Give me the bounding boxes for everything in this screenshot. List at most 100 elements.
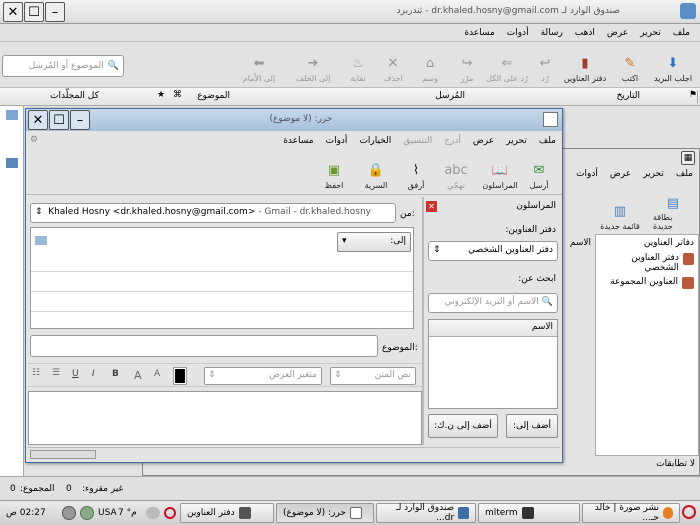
font-select[interactable]: متغير العرض ⇕ <box>204 367 322 385</box>
menu-edit[interactable]: تحرير <box>640 28 661 38</box>
taskbar-tab-addressbook[interactable]: دفتر العناوين <box>180 503 274 523</box>
subject-input[interactable] <box>30 335 378 357</box>
ab-directory-pane: دفاتر العناوين دفتر العناوين الشخصي العن… <box>595 234 699 456</box>
ab-app-icon[interactable]: ▦ <box>681 151 695 165</box>
ab-menu-tools[interactable]: أدوات <box>576 169 598 179</box>
back-button[interactable]: ➜ إلى الخلف <box>286 54 340 84</box>
delete-button[interactable]: ✕ احذف <box>376 54 410 84</box>
new-list-button[interactable]: ▥ قائمة جديدة <box>595 195 645 232</box>
column-date[interactable]: التاريخ <box>617 91 640 101</box>
taskbar-tab-mlterm[interactable]: mlterm <box>478 503 580 523</box>
compose-menu-edit[interactable]: تحرير <box>506 136 527 146</box>
menu-message[interactable]: رسالة <box>541 28 563 38</box>
compose-menu-tools[interactable]: أدوات <box>326 136 348 146</box>
forward-nav-button[interactable]: ⬅ إلى الأمام <box>232 54 286 84</box>
contacts-button[interactable]: 📖 المراسلون <box>478 161 522 191</box>
to-input[interactable] <box>51 232 333 252</box>
maximize-icon[interactable]: ☐ <box>24 2 44 22</box>
column-subject[interactable]: الموضوع <box>197 91 230 101</box>
attach-column-icon[interactable]: ⌘ <box>173 90 182 100</box>
contacts-col-name[interactable]: الاسم <box>429 320 557 337</box>
list-number-icon[interactable]: ☷ <box>32 368 40 378</box>
network-icon[interactable] <box>80 506 94 520</box>
menu-tools[interactable]: أدوات <box>507 28 529 38</box>
attach-button[interactable]: ⌇ أرفق <box>398 161 434 191</box>
compose-settings-icon[interactable]: ⚙ <box>30 135 38 145</box>
text-color-button[interactable] <box>173 367 187 385</box>
chevron-down-icon: ⇕ <box>208 370 216 380</box>
recipient-row-empty[interactable] <box>31 278 413 292</box>
menu-go[interactable]: اذهب <box>575 28 595 38</box>
recipient-type-select[interactable]: إلى: ▾ <box>337 232 411 252</box>
compose-menu-file[interactable]: ملف <box>539 136 556 146</box>
compose-menu-view[interactable]: عرض <box>473 136 494 146</box>
spell-button[interactable]: abc تهجّي <box>434 161 478 191</box>
address-book-button[interactable]: ▮ دفتر العناوين <box>560 54 610 84</box>
keyboard-layout[interactable]: USA <box>98 508 117 518</box>
recipient-row-empty[interactable] <box>31 258 413 272</box>
compose-menu-help[interactable]: مساعدة <box>283 136 313 146</box>
ab-col-name[interactable]: الاسم <box>570 238 591 248</box>
compose-app-icon[interactable] <box>543 112 558 127</box>
junk-button[interactable]: ♨ نفاية <box>340 54 376 84</box>
message-body[interactable] <box>28 391 422 445</box>
folder-account-icon[interactable] <box>6 110 18 120</box>
recipient-row-empty[interactable] <box>31 298 413 312</box>
menu-help[interactable]: مساعدة <box>464 28 494 38</box>
book-select[interactable]: دفتر العناوين الشخصي ⇕ <box>428 241 558 261</box>
debian-menu-icon[interactable] <box>682 505 696 519</box>
shrink-text-button[interactable]: A <box>154 369 160 379</box>
compose-menu-format[interactable]: التنسيق <box>403 136 432 146</box>
star-column-icon[interactable]: ★ <box>157 90 165 100</box>
main-search-input[interactable]: 🔍 الموضوع أو المُرسل <box>2 55 124 77</box>
new-card-button[interactable]: ▤ بطاقة جديدة <box>653 195 693 232</box>
taskbar-tab-firefox[interactable]: نشر صورة | خالد حـ... <box>582 503 680 523</box>
italic-button[interactable]: I <box>92 369 95 379</box>
get-mail-button[interactable]: ⬇ اجلب البريد <box>650 54 696 84</box>
folder-pane <box>0 106 24 476</box>
menu-file[interactable]: ملف <box>673 28 690 38</box>
column-icon[interactable]: ⚑ <box>684 90 698 103</box>
from-select[interactable]: Khaled Hosny <dr.khaled.hosny@gmail.com>… <box>30 203 396 223</box>
forward-nav-icon: ⬅ <box>253 55 265 71</box>
book-label: دفتر العناوين: <box>505 225 556 235</box>
ab-menu-file[interactable]: ملف <box>676 169 693 179</box>
underline-button[interactable]: U <box>72 369 79 379</box>
paragraph-style-select[interactable]: نص المتن ⇕ <box>330 367 416 385</box>
minimize-icon[interactable]: – <box>45 2 65 22</box>
folder-local-icon[interactable] <box>6 158 18 168</box>
reply-all-button[interactable]: ⇐ رُد على الكل <box>484 54 530 84</box>
menu-view[interactable]: عرض <box>607 28 628 38</box>
ab-menu-edit[interactable]: تحرير <box>643 169 664 179</box>
compose-minimize-icon[interactable]: – <box>70 110 90 130</box>
send-button[interactable]: ✉ أرسل <box>522 161 556 191</box>
close-sidebar-icon[interactable]: ✕ <box>426 201 437 212</box>
add-to-button[interactable]: أضف إلى: <box>506 414 558 438</box>
compose-menu-insert[interactable]: أدرج <box>444 136 461 146</box>
taskbar-tab-inbox[interactable]: صندوق الوارد لـ dr... <box>376 503 476 523</box>
column-sender[interactable]: المُرسل <box>435 91 465 101</box>
compose-menu-options[interactable]: الخيارات <box>359 136 391 146</box>
write-button[interactable]: ✎ اكتب <box>610 54 650 84</box>
save-button[interactable]: ▣ احفظ <box>314 161 354 191</box>
add-cc-button[interactable]: أضف إلى ن.ك: <box>428 414 498 438</box>
compose-maximize-icon[interactable]: ☐ <box>49 110 69 130</box>
list-bullet-icon[interactable]: ☰ <box>52 368 60 378</box>
compose-close-icon[interactable]: ✕ <box>28 110 48 130</box>
clock[interactable]: 02:27 ص <box>6 508 46 518</box>
grow-text-button[interactable]: A <box>134 369 142 382</box>
reply-button[interactable]: ↩ رُد <box>530 54 560 84</box>
ab-item-personal[interactable]: دفتر العناوين الشخصي <box>596 251 698 275</box>
close-icon[interactable]: ✕ <box>3 2 23 22</box>
taskbar-tab-compose[interactable]: حرر: (لا موضوع) <box>276 503 374 523</box>
security-button[interactable]: 🔒 السرية <box>354 161 398 191</box>
tag-button[interactable]: ⌂ وسم <box>410 54 450 84</box>
app-menu-icon[interactable] <box>680 3 696 19</box>
ab-menu-view[interactable]: عرض <box>610 169 631 179</box>
contacts-search-input[interactable]: 🔍الاسم أو البريد الإلكتروني <box>428 293 558 313</box>
power-icon[interactable] <box>62 506 76 520</box>
bold-button[interactable]: B <box>112 369 119 379</box>
forward-button[interactable]: ↪ مرّر <box>450 54 484 84</box>
sidebar-splitter[interactable] <box>422 197 424 445</box>
ab-item-collected[interactable]: العناوين المجموعة <box>596 275 698 291</box>
